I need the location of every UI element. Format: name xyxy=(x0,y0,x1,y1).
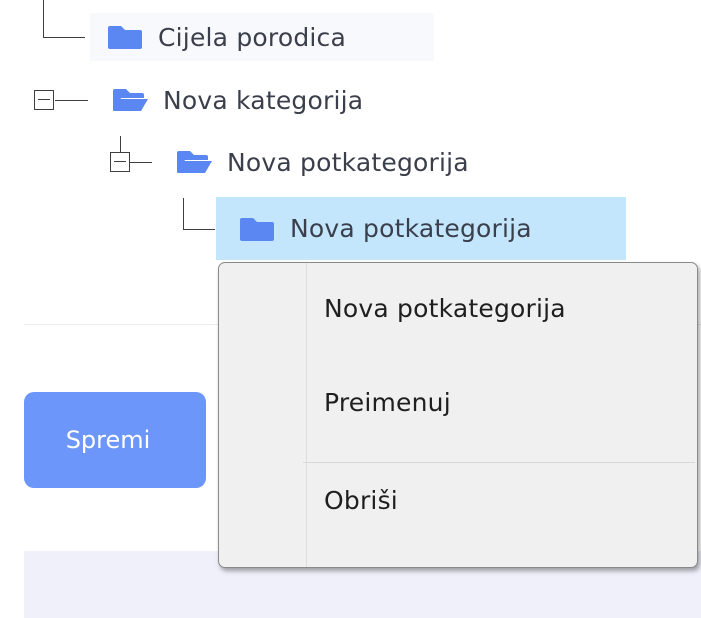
folder-open-icon xyxy=(177,151,212,173)
context-menu: Nova potkategorija Preimenuj Obriši xyxy=(218,262,698,568)
tree-connector xyxy=(183,198,184,229)
menu-item-preimenuj[interactable]: Preimenuj xyxy=(307,357,697,447)
tree-connector xyxy=(55,100,88,101)
collapse-toggle-nova-kategorija[interactable] xyxy=(34,90,54,110)
collapse-toggle-nova-potkategorija[interactable] xyxy=(110,152,130,172)
tree-node-nova-potkategorija[interactable]: Nova potkategorija xyxy=(159,138,559,186)
tree-node-label: Nova potkategorija xyxy=(227,147,469,177)
save-button[interactable]: Spremi xyxy=(24,392,206,488)
tree-node-nova-potkategorija-selected[interactable]: Nova potkategorija xyxy=(216,197,626,260)
tree-connector xyxy=(43,0,44,37)
tree-node-label: Cijela porodica xyxy=(158,22,347,52)
tree-node-nova-kategorija[interactable]: Nova kategorija xyxy=(95,76,435,124)
tree-connector xyxy=(43,37,85,38)
tree-node-cijela-porodica[interactable]: Cijela porodica xyxy=(90,13,434,61)
tree-connector xyxy=(183,229,215,230)
menu-item-nova-potkategorija[interactable]: Nova potkategorija xyxy=(307,263,697,353)
menu-item-obrisi[interactable]: Obriši xyxy=(307,455,697,545)
tree-connector xyxy=(120,136,121,152)
tree-node-label: Nova kategorija xyxy=(163,85,364,115)
folder-closed-icon xyxy=(240,217,274,241)
tree-node-label: Nova potkategorija xyxy=(290,214,532,243)
folder-open-icon xyxy=(113,89,148,111)
folder-closed-icon xyxy=(108,26,142,49)
